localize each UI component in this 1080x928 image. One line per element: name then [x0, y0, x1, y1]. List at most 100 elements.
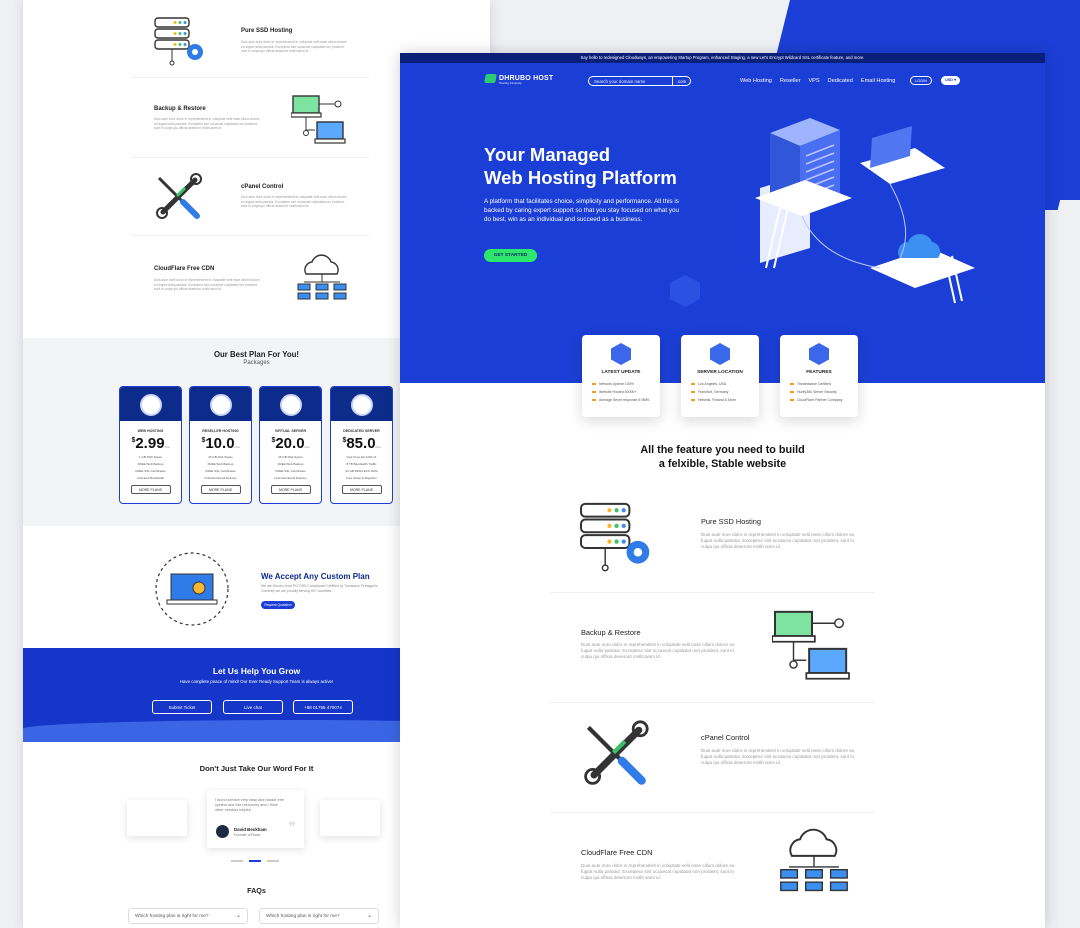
feature-title: Pure SSD Hosting: [241, 28, 293, 34]
info-item: Website Hosted 40000+: [592, 388, 660, 396]
more-plans-button[interactable]: MORE PLANS: [130, 485, 171, 494]
avatar: [216, 825, 229, 838]
cloud-icon: [710, 343, 730, 365]
feature-text: Duis aute irure dolor in reprehenderit i…: [154, 117, 260, 131]
plan-feature: Intel Xeon E3-1230 v2: [346, 455, 377, 459]
carousel-dots[interactable]: [231, 860, 281, 862]
info-item: Average Sever response 6 MMS: [592, 396, 660, 404]
more-plans-button[interactable]: MORE PLANS: [341, 485, 382, 494]
live-chat-button[interactable]: Live chat: [223, 700, 283, 714]
feature-text: Duis aute irure dolor in reprehenderit i…: [154, 278, 260, 292]
plan-name: DEDICATED SERVER: [343, 429, 380, 433]
testimonial-card: I found service very easy and hassle fre…: [207, 790, 304, 848]
plan-price: $85.0/mo: [342, 435, 381, 452]
plan-price: $2.99/mo: [131, 435, 170, 452]
feature-title: cPanel Control: [241, 184, 284, 190]
plan-feature: Unlimited Email Delivery: [274, 476, 307, 480]
faq-item[interactable]: Which hosting plan is right for me? ⌄: [259, 908, 379, 924]
feature-title: CloudFlare Free CDN: [154, 266, 215, 272]
domain-extension-select[interactable]: .com: [672, 77, 690, 85]
info-item: Frankfurt, Germany: [691, 388, 759, 396]
backup-icon: [291, 95, 346, 144]
plan-feature: 8 TB Bandwidth Traffic: [346, 462, 377, 466]
plan-feature: 1 GB SSD Space: [138, 455, 163, 459]
quote-icon: ❞: [288, 820, 296, 836]
plan-price: $20.0/mo: [271, 435, 310, 452]
phone-button[interactable]: +88 01755 470074: [293, 700, 353, 714]
hosting-icon: [140, 394, 162, 416]
more-plans-button[interactable]: MORE PLANS: [200, 485, 241, 494]
hexagon-decoration: [670, 275, 700, 307]
feature-title: Pure SSD Hosting: [701, 517, 761, 526]
more-plans-button[interactable]: MORE PLANS: [270, 485, 311, 494]
nav-web-hosting[interactable]: Web Hosting: [740, 78, 772, 84]
cloud-cdn-icon: [780, 828, 848, 892]
feature-row: cPanel Control Duis aute irure dolor in …: [550, 703, 875, 813]
get-started-button[interactable]: GET STARTED: [484, 249, 537, 262]
vps-icon: [280, 394, 302, 416]
hero-title: Your Managed Web Hosting Platform: [484, 144, 677, 188]
faq-item[interactable]: Which hosting plan is right for me? ⌄: [128, 908, 248, 924]
info-item: Los Angeles, USA: [691, 380, 759, 388]
info-item: Network Uptime 100%: [592, 380, 660, 388]
testimonial-quote: I found service very easy and hassle fre…: [215, 798, 285, 812]
custom-plan-desc: We are Dhrubo Host PCI DSS Compliance Ce…: [261, 584, 379, 593]
custom-plan-title: We Accept Any Custom Plan: [261, 572, 370, 581]
feature-text: Duis aute irure dolor in reprehenderit i…: [581, 863, 735, 880]
info-card-features: FEATURES Trustedwave Certified Hurify360 …: [780, 335, 858, 417]
info-item: Helsinki, Finland & More: [691, 396, 759, 404]
plan-card: VIRTUAL SERVER $20.0/mo 25 GB Disk Space…: [259, 386, 322, 504]
cloud-cdn-icon: [297, 254, 347, 300]
submit-ticket-button[interactable]: Submit Ticket: [152, 700, 212, 714]
plan-name: WEB HOSTING: [137, 429, 164, 433]
feature-text: Duis aute irure dolor in reprehenderit i…: [241, 195, 347, 209]
info-card-title: SERVER LOCATION: [697, 370, 743, 375]
plan-card: WEB HOSTING $2.99/mo 1 GB SSD Space FREE…: [119, 386, 182, 504]
feature-text: Duis aute irure dolor in reprehenderit i…: [701, 748, 855, 765]
testimonial-card-side: [320, 800, 380, 836]
server-isometric-illustration: [755, 118, 975, 304]
testimonial-name: David Beckham: [234, 827, 267, 832]
plan-feature: Unlimited Email Delivery: [204, 476, 237, 480]
feature-row: Backup & Restore Duis aute irure dolor i…: [550, 593, 875, 703]
plan-feature: FREE SSL Certificates: [205, 469, 236, 473]
nav-vps[interactable]: VPS: [808, 78, 819, 84]
chevron-down-icon: ⌄: [235, 913, 241, 919]
feature-title: Backup & Restore: [581, 628, 641, 637]
backup-icon: [772, 610, 850, 680]
plan-name: RESELLER HOSTING: [202, 429, 239, 433]
plan-feature: FREE Web Backup: [277, 462, 304, 466]
request-quotation-button[interactable]: Request Quotation: [261, 601, 295, 609]
server-icon: [154, 17, 203, 66]
brand-logo[interactable]: DHRUBO HOST Hosting Company: [484, 74, 553, 85]
info-item: CloudFlare Partner Company: [790, 396, 858, 404]
domain-search-input[interactable]: [589, 77, 672, 85]
feature-text: Duis aute irure dolor in reprehenderit i…: [581, 642, 735, 659]
plan-feature: FREE SSL Certificates: [135, 469, 166, 473]
plan-price: $10.0/mo: [201, 435, 240, 452]
nav-email-hosting[interactable]: Email Hosting: [861, 78, 896, 84]
plan-feature: 25 GB Disk Space: [278, 455, 303, 459]
feature-row: Pure SSD Hosting Duis aute irure dolor i…: [131, 0, 369, 78]
feature-row: Pure SSD Hosting Duis aute irure dolor i…: [550, 483, 875, 593]
info-item: Trustedwave Certified: [790, 380, 858, 388]
domain-search: .com: [588, 76, 691, 86]
reseller-icon: [210, 394, 232, 416]
info-item: Hurify360 Server Security: [790, 388, 858, 396]
testimonial-card-side: [127, 800, 187, 836]
login-button[interactable]: LOGIN: [910, 76, 932, 85]
feature-text: Duis aute irure dolor in reprehenderit i…: [241, 40, 347, 54]
hero-description: A platform that facilitates choice, simp…: [484, 198, 679, 223]
plan-feature: FREE Web Backup: [207, 462, 234, 466]
plan-feature: FREE Web Backup: [137, 462, 164, 466]
main-page-preview: Say hello to redesigned Cloudways, an em…: [400, 53, 1045, 928]
feature-text: Duis aute irure dolor in reprehenderit i…: [701, 532, 855, 549]
currency-select[interactable]: USD ▾: [941, 76, 960, 85]
info-card-latest-update: LATEST UPDATE Network Uptime 100% Website…: [582, 335, 660, 417]
nav-reseller[interactable]: Reseller: [780, 78, 801, 84]
dedicated-server-icon: [351, 394, 373, 416]
chevron-down-icon: ⌄: [366, 913, 372, 919]
feature-row: CloudFlare Free CDN Duis aute irure dolo…: [131, 238, 369, 316]
nav-dedicated[interactable]: Dedicated: [828, 78, 853, 84]
info-card-server-location: SERVER LOCATION Los Angeles, USA Frankfur…: [681, 335, 759, 417]
